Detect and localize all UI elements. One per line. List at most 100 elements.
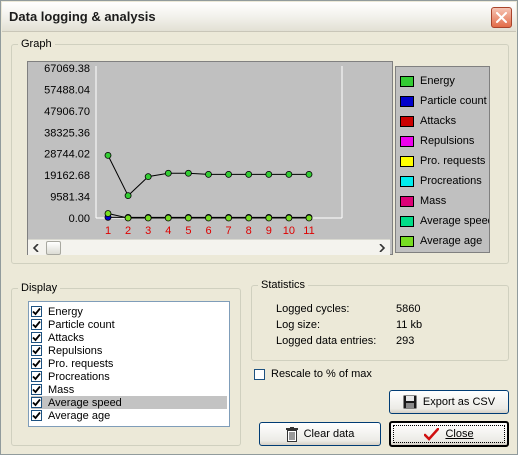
series-checkbox[interactable] bbox=[31, 345, 42, 356]
display-item-label: Energy bbox=[48, 305, 83, 318]
checkmark-icon bbox=[32, 320, 41, 329]
legend-label: Attacks bbox=[420, 115, 457, 127]
series-checkbox[interactable] bbox=[31, 332, 42, 343]
display-item-label: Average speed bbox=[48, 396, 122, 409]
close-button[interactable]: Close bbox=[389, 421, 509, 447]
x-tick-label: 7 bbox=[226, 225, 232, 237]
legend-swatch bbox=[400, 115, 414, 127]
average-age-data-point bbox=[164, 214, 172, 222]
export-csv-button[interactable]: Export as CSV bbox=[389, 390, 509, 414]
legend-label: Procreations bbox=[420, 175, 482, 187]
display-list-item[interactable]: Procreations bbox=[31, 370, 227, 383]
energy-data-point bbox=[104, 151, 112, 159]
display-item-label: Pro. requests bbox=[48, 357, 114, 370]
display-list-item[interactable]: Pro. requests bbox=[31, 357, 227, 370]
energy-data-point bbox=[285, 170, 293, 178]
series-checkbox[interactable] bbox=[31, 397, 42, 408]
legend-entry: Pro. requests bbox=[400, 153, 485, 169]
average-age-data-point bbox=[124, 214, 132, 222]
floppy-disk-icon bbox=[403, 395, 417, 409]
legend-label: Average speed bbox=[420, 215, 490, 227]
series-checkbox[interactable] bbox=[31, 306, 42, 317]
average-age-data-point bbox=[184, 214, 192, 222]
x-tick-label: 6 bbox=[205, 225, 211, 237]
average-age-data-point bbox=[225, 214, 233, 222]
display-series-list[interactable]: Energy Particle count Attacks Repulsions Pro… bbox=[28, 301, 230, 427]
display-item-label: Particle count bbox=[48, 318, 115, 331]
checkmark-icon bbox=[32, 372, 41, 381]
energy-data-point bbox=[205, 170, 212, 178]
energy-data-point bbox=[184, 169, 192, 177]
y-tick-label: 28744.02 bbox=[44, 149, 90, 161]
y-tick-label: 9581.34 bbox=[50, 192, 90, 204]
x-tick-label: 10 bbox=[283, 225, 295, 237]
display-list-item[interactable]: Particle count bbox=[31, 318, 227, 331]
arrow-right-icon bbox=[379, 244, 386, 252]
graph-horizontal-scrollbar[interactable] bbox=[28, 239, 390, 255]
x-tick-label: 11 bbox=[303, 225, 314, 237]
display-item-label: Repulsions bbox=[48, 344, 103, 357]
clear-data-button[interactable]: Clear data bbox=[259, 422, 381, 446]
rescale-checkbox-row[interactable]: Rescale to % of max bbox=[254, 368, 372, 380]
series-checkbox[interactable] bbox=[31, 384, 42, 395]
statistic-label: Logged cycles: bbox=[276, 303, 350, 315]
display-list-item[interactable]: Mass bbox=[31, 383, 227, 396]
legend-entry: Procreations bbox=[400, 173, 482, 189]
legend-label: Repulsions bbox=[420, 135, 475, 147]
series-checkbox[interactable] bbox=[31, 410, 42, 421]
statistic-value: 5860 bbox=[396, 303, 421, 315]
checkmark-icon bbox=[32, 359, 41, 368]
legend-entry: Particle count bbox=[400, 93, 487, 109]
x-tick-label: 1 bbox=[105, 225, 111, 237]
average-age-data-point bbox=[285, 214, 293, 222]
legend-label: Pro. requests bbox=[420, 155, 486, 167]
y-tick-label: 38325.36 bbox=[44, 127, 90, 139]
close-icon bbox=[496, 12, 507, 23]
y-tick-label: 47906.70 bbox=[44, 106, 90, 118]
statistic-value: 11 kb bbox=[396, 319, 423, 331]
legend-label: Particle count bbox=[420, 95, 487, 107]
trash-can-icon bbox=[285, 426, 298, 442]
energy-data-point bbox=[305, 170, 313, 178]
display-list-item[interactable]: Repulsions bbox=[31, 344, 227, 357]
scroll-left-button[interactable] bbox=[28, 240, 44, 256]
title-bar[interactable]: Data logging & analysis bbox=[2, 2, 516, 32]
average-age-data-point bbox=[205, 214, 212, 222]
close-window-button[interactable] bbox=[491, 7, 512, 28]
series-checkbox[interactable] bbox=[31, 319, 42, 330]
checkmark-icon bbox=[32, 333, 41, 342]
legend-label: Average age bbox=[420, 235, 483, 247]
display-item-label: Procreations bbox=[48, 370, 110, 383]
x-tick-label: 9 bbox=[266, 225, 272, 237]
legend-swatch bbox=[400, 195, 414, 207]
average-age-data-point bbox=[265, 214, 273, 222]
scroll-thumb[interactable] bbox=[46, 241, 61, 255]
focus-rectangle bbox=[393, 425, 505, 443]
energy-data-point bbox=[164, 169, 172, 177]
scroll-right-button[interactable] bbox=[374, 240, 390, 256]
checkmark-icon bbox=[32, 307, 41, 316]
statistic-value: 293 bbox=[396, 335, 415, 347]
legend-swatch bbox=[400, 135, 414, 147]
x-tick-label: 4 bbox=[165, 225, 171, 237]
display-list-item[interactable]: Average speed bbox=[31, 396, 227, 409]
display-list-item[interactable]: Average age bbox=[31, 409, 227, 422]
graph-group-label: Graph bbox=[21, 38, 52, 50]
legend-entry: Average speed bbox=[400, 213, 490, 229]
legend-entry: Mass bbox=[400, 193, 446, 209]
graph-area: 67069.38 57488.04 47906.70 38325.36 28744.02… bbox=[27, 61, 393, 255]
y-tick-label: 67069.38 bbox=[44, 63, 90, 75]
average-age-data-point bbox=[305, 214, 313, 222]
display-list-item[interactable]: Attacks bbox=[31, 331, 227, 344]
export-csv-label: Export as CSV bbox=[422, 396, 496, 408]
average-age-data-point bbox=[144, 214, 152, 222]
series-checkbox[interactable] bbox=[31, 371, 42, 382]
checkmark-icon bbox=[32, 346, 41, 355]
checkmark-icon bbox=[32, 411, 41, 420]
display-list-item[interactable]: Energy bbox=[31, 305, 227, 318]
energy-data-point bbox=[265, 170, 273, 178]
series-checkbox[interactable] bbox=[31, 358, 42, 369]
x-tick-label: 8 bbox=[246, 225, 252, 237]
y-tick-label: 57488.04 bbox=[44, 84, 90, 96]
rescale-checkbox[interactable] bbox=[254, 368, 265, 380]
